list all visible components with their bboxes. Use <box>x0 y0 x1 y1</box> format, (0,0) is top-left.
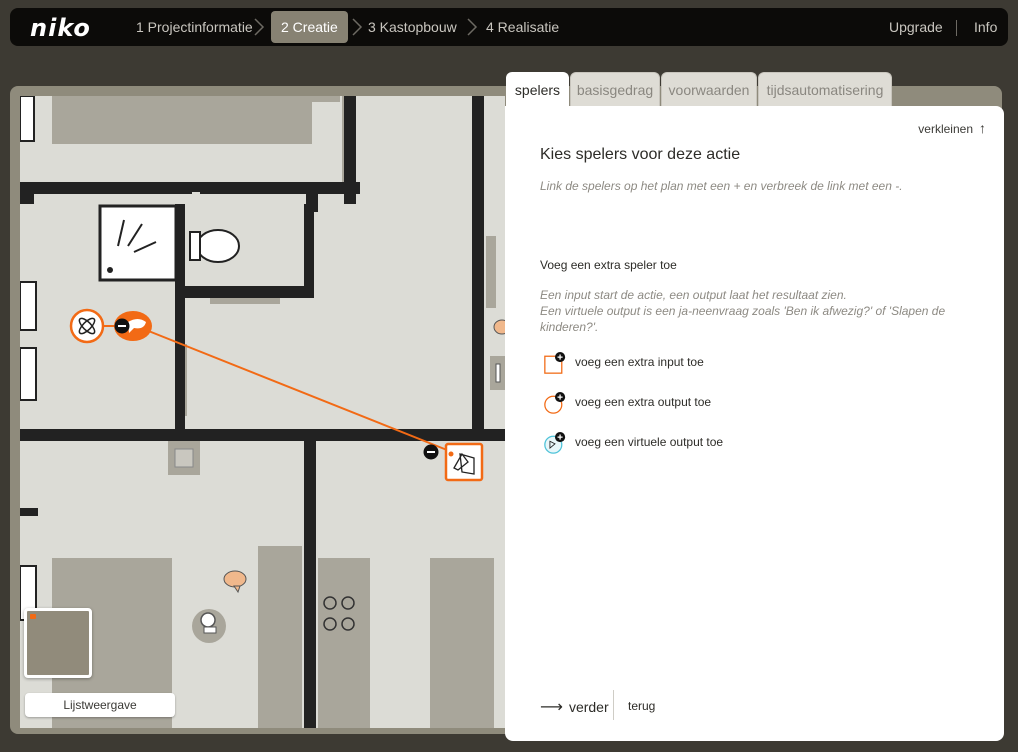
shrink-button[interactable]: verkleinen ↑ <box>918 120 986 136</box>
panel-subtitle: Voeg een extra speler toe <box>540 258 677 272</box>
add-virtual-output-button[interactable]: voeg een virtuele output toe <box>540 428 750 456</box>
top-bar: niko 1 Projectinformatie 2 Creatie 3 Kas… <box>10 8 1008 46</box>
tab-tijdsautomatisering[interactable]: tijdsautomatisering <box>758 72 892 106</box>
step-creatie[interactable]: 2 Creatie <box>271 11 348 43</box>
floor-plan-drawing <box>20 96 505 728</box>
description-line-1: Een input start de actie, een output laa… <box>540 288 847 302</box>
panel-title: Kies spelers voor deze actie <box>540 146 741 163</box>
divider <box>956 20 957 36</box>
shrink-label: verkleinen <box>918 122 973 136</box>
tab-spelers[interactable]: spelers <box>506 72 569 108</box>
step-projectinformatie[interactable]: 1 Projectinformatie <box>126 11 263 43</box>
arrow-right-icon: ⟶ <box>540 699 563 716</box>
players-panel: verkleinen ↑ Kies spelers voor deze actie… <box>505 106 1004 741</box>
add-input-button[interactable]: voeg een extra input toe <box>540 348 740 376</box>
floor-plan[interactable] <box>20 96 505 728</box>
back-button[interactable]: terug <box>628 699 655 713</box>
add-output-label: voeg een extra output toe <box>575 395 712 409</box>
arrow-up-icon: ↑ <box>979 120 986 136</box>
description-line-2: Een virtuele output is een ja-neenvraag … <box>540 304 946 334</box>
add-virtual-output-icon <box>544 432 566 454</box>
next-label: verder <box>568 699 609 715</box>
niko-logo[interactable]: niko <box>30 14 91 42</box>
add-output-icon <box>544 392 566 414</box>
add-input-icon <box>544 352 566 374</box>
panel-hint: Link de spelers op het plan met een + en… <box>540 179 903 193</box>
step-realisatie[interactable]: 4 Realisatie <box>476 11 569 43</box>
minimap[interactable] <box>24 608 92 678</box>
chevron-right-icon <box>254 18 265 36</box>
tab-basisgedrag[interactable]: basisgedrag <box>570 72 660 106</box>
add-input-label: voeg een extra input toe <box>575 355 704 369</box>
minimap-marker-icon <box>30 614 36 619</box>
list-view-button[interactable]: Lijstweergave <box>25 693 175 717</box>
panel-description: Een input start de actie, een output laa… <box>540 287 950 335</box>
info-link[interactable]: Info <box>974 19 997 35</box>
step-kastopbouw[interactable]: 3 Kastopbouw <box>358 11 467 43</box>
add-virtual-output-label: voeg een virtuele output toe <box>575 435 724 449</box>
tab-voorwaarden[interactable]: voorwaarden <box>661 72 757 106</box>
divider <box>613 690 614 720</box>
upgrade-link[interactable]: Upgrade <box>889 19 943 35</box>
next-button[interactable]: ⟶ verder <box>540 697 609 717</box>
add-output-button[interactable]: voeg een extra output toe <box>540 388 740 416</box>
